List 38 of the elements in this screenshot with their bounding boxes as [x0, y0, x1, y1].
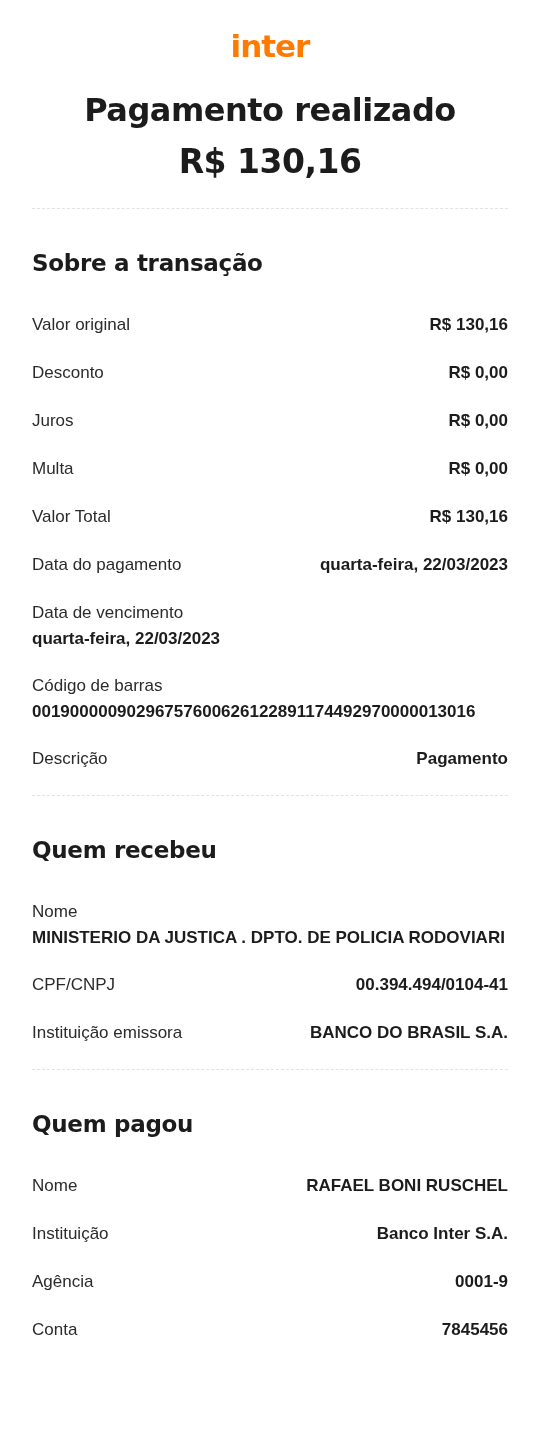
- field-label: Multa: [32, 458, 74, 480]
- field-label: Instituição: [32, 1223, 109, 1245]
- field-label: Conta: [32, 1319, 78, 1341]
- field-label: Instituição emissora: [32, 1022, 183, 1044]
- field-label: Descrição: [32, 748, 108, 770]
- field-label: Agência: [32, 1271, 94, 1293]
- field-value: Banco Inter S.A.: [376, 1223, 508, 1245]
- field-value: RAFAEL BONI RUSCHEL: [306, 1175, 508, 1197]
- section-heading: Quem pagou: [32, 1110, 195, 1139]
- field-label: Nome: [32, 901, 79, 923]
- field-label: Juros: [32, 410, 74, 432]
- field-value: Pagamento: [416, 748, 508, 770]
- field-value: quarta-feira, 22/03/2023: [32, 628, 222, 650]
- field-label: Valor original: [32, 314, 130, 336]
- section-heading: Sobre a transação: [32, 249, 264, 278]
- field-label: Valor Total: [32, 506, 111, 528]
- payment-amount: R$ 130,16: [178, 141, 362, 183]
- field-value: R$ 130,16: [429, 314, 508, 336]
- field-label: Código de barras: [32, 675, 164, 697]
- field-value: 0001-9: [455, 1271, 508, 1293]
- field-value: R$ 0,00: [448, 410, 508, 432]
- field-value: R$ 0,00: [448, 362, 508, 384]
- field-value: 7845456: [441, 1319, 508, 1341]
- field-value: quarta-feira, 22/03/2023: [319, 554, 508, 576]
- field-label: Data do pagamento: [32, 554, 182, 576]
- field-label: Nome: [32, 1175, 78, 1197]
- brand-logo: inter: [230, 27, 310, 66]
- field-value: R$ 0,00: [448, 458, 508, 480]
- field-value: BANCO DO BRASIL S.A.: [309, 1022, 508, 1044]
- field-label: Data de vencimento: [32, 602, 185, 624]
- field-value: 00190000090296757600626122891174492970000013016: [32, 701, 477, 723]
- page-title: Pagamento realizado: [84, 90, 456, 131]
- section-heading: Quem recebeu: [32, 836, 218, 865]
- field-value: MINISTERIO DA JUSTICA . DPTO. DE POLICIA RODOVIARI: [32, 927, 506, 949]
- field-label: Desconto: [32, 362, 104, 384]
- field-label: CPF/CNPJ: [32, 974, 116, 996]
- field-value: R$ 130,16: [429, 506, 508, 528]
- field-value: 00.394.494/0104-41: [355, 974, 508, 996]
